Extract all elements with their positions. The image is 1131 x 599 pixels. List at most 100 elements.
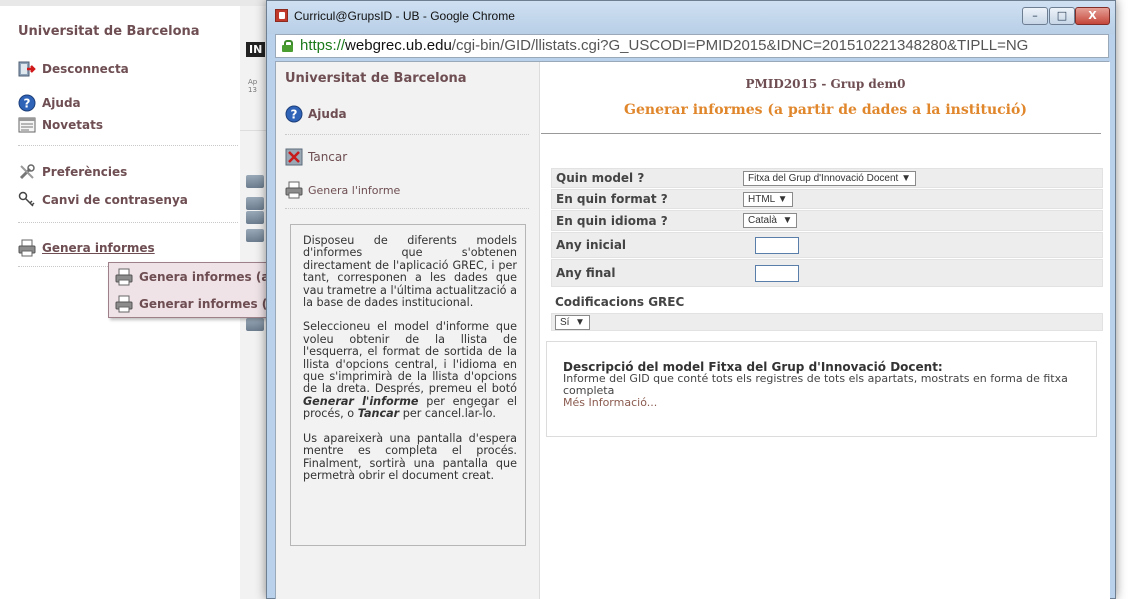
- idioma-select-value: Català: [748, 215, 777, 226]
- url-separator: ://: [332, 37, 346, 54]
- any-inicial-label: Any inicial: [556, 238, 627, 252]
- format-label: En quin format ?: [556, 192, 668, 206]
- idioma-select[interactable]: Català ▼: [743, 213, 798, 228]
- close-icon: [285, 148, 303, 166]
- instructions-emphasis: Tancar: [357, 407, 400, 421]
- folder-icon[interactable]: [246, 318, 264, 331]
- divider: [285, 208, 529, 209]
- nav-desconnecta-label: Desconnecta: [42, 62, 129, 76]
- form-row-any-inicial: Any inicial: [551, 232, 1103, 258]
- format-cell: HTML ▼: [740, 190, 1102, 208]
- printer-icon: [18, 239, 36, 257]
- help-icon: ?: [18, 94, 36, 112]
- maximize-button[interactable]: □: [1049, 7, 1075, 25]
- nav-genera-informes[interactable]: Genera informes: [18, 239, 155, 257]
- nav-ajuda[interactable]: ? Ajuda: [18, 94, 81, 112]
- left-panel-university: Universitat de Barcelona: [285, 71, 467, 86]
- svg-text:?: ?: [291, 108, 298, 122]
- nav-novetats[interactable]: Novetats: [18, 116, 103, 134]
- submenu-item-label: Generar informes (a: [139, 296, 273, 311]
- codificacions-label: Codificacions GREC: [555, 295, 685, 309]
- genera-informe-button[interactable]: Genera l'informe: [285, 181, 400, 199]
- page-content: Universitat de Barcelona ? Ajuda Tancar …: [275, 61, 1110, 599]
- model-cell: Fitxa del Grup d'Innovació Docent ▼: [740, 169, 1102, 187]
- window-title: Curricul@GrupsID - UB - Google Chrome: [294, 9, 515, 23]
- form-row-model: Quin model ? Fitxa del Grup d'Innovació …: [551, 168, 1103, 188]
- close-button[interactable]: X: [1075, 7, 1110, 25]
- lock-icon: [282, 40, 293, 52]
- nav-genera-informes-label: Genera informes: [42, 241, 155, 255]
- instructions-box: Disposeu de diferents models d'informes …: [290, 224, 526, 546]
- printer-icon: [115, 295, 133, 313]
- folder-icon[interactable]: [246, 229, 264, 242]
- printer-icon: [115, 268, 133, 286]
- model-select-value: Fitxa del Grup d'Innovació Docent: [748, 172, 899, 184]
- mes-informacio-link[interactable]: Més Informació...: [563, 397, 1080, 409]
- nav-preferencies[interactable]: Preferències: [18, 163, 127, 181]
- any-final-cell: [740, 260, 1102, 286]
- instructions-paragraph: Seleccioneu el model d'informe que voleu…: [303, 321, 517, 420]
- in-badge: IN: [246, 42, 266, 57]
- news-icon: [18, 116, 36, 134]
- instructions-text: Seleccioneu el model d'informe que voleu…: [303, 320, 517, 396]
- url-scheme: https: [300, 37, 333, 54]
- genera-informe-label: Genera l'informe: [308, 183, 401, 197]
- form-row-any-final: Any final: [551, 259, 1103, 287]
- any-inicial-cell: [740, 233, 1102, 257]
- description-text: Informe del GID que conté tots els regis…: [563, 372, 1068, 397]
- model-select[interactable]: Fitxa del Grup d'Innovació Docent ▼: [743, 170, 917, 186]
- logout-icon: [18, 60, 36, 78]
- any-inicial-input[interactable]: [755, 236, 799, 254]
- submenu-item-generar-informes[interactable]: Generar informes (a: [109, 290, 272, 317]
- ajuda-link[interactable]: ? Ajuda: [285, 105, 347, 123]
- help-icon: ?: [285, 105, 303, 123]
- format-select-value: HTML: [748, 193, 775, 205]
- format-select[interactable]: HTML ▼: [743, 191, 793, 207]
- submenu-item-label: Genera informes (a p: [139, 269, 273, 284]
- university-title: Universitat de Barcelona: [18, 24, 200, 39]
- tancar-button[interactable]: Tancar: [285, 148, 347, 166]
- background-date-line: Ap: [248, 78, 258, 86]
- codificacions-select-value: Sí: [560, 317, 570, 328]
- ajuda-label: Ajuda: [308, 107, 347, 121]
- instructions-text: per cancel.lar-lo.: [399, 407, 496, 421]
- minimize-button[interactable]: –: [1022, 7, 1048, 25]
- idioma-cell: Català ▼: [740, 211, 1102, 230]
- codificacions-select[interactable]: Sí ▼: [555, 315, 590, 330]
- key-icon: [18, 191, 36, 209]
- any-final-label: Any final: [556, 266, 616, 280]
- divider: [541, 133, 1101, 134]
- nav-ajuda-label: Ajuda: [42, 96, 81, 110]
- model-description-box: Descripció del model Fitxa del Grup d'In…: [546, 341, 1097, 437]
- tools-icon: [18, 163, 36, 181]
- submenu-item-genera-informes[interactable]: Genera informes (a p: [109, 263, 272, 290]
- address-bar[interactable]: https://webgrec.ub.edu/cgi-bin/GID/llist…: [275, 34, 1109, 58]
- idioma-label: En quin idioma ?: [556, 213, 668, 228]
- nav-desconnecta[interactable]: Desconnecta: [18, 60, 129, 78]
- url-path: /cgi-bin/GID/llistats.cgi?G_USCODI=PMID2…: [451, 37, 1029, 54]
- page-title: Generar informes (a partir de dades a la…: [624, 102, 1027, 118]
- window-titlebar[interactable]: Curricul@GrupsID - UB - Google Chrome – …: [267, 1, 1115, 34]
- folder-icon[interactable]: [246, 197, 264, 210]
- divider: [18, 222, 238, 223]
- chrome-popup-window: Curricul@GrupsID - UB - Google Chrome – …: [266, 0, 1116, 599]
- form-row-codificacions: Sí ▼: [551, 313, 1103, 331]
- tancar-label: Tancar: [308, 150, 348, 164]
- folder-icon[interactable]: [246, 211, 264, 224]
- folder-icon[interactable]: [246, 175, 264, 188]
- nav-preferencies-label: Preferències: [42, 165, 128, 179]
- genera-informes-submenu: Genera informes (a p Generar informes (a: [108, 262, 273, 318]
- left-panel: Universitat de Barcelona ? Ajuda Tancar …: [276, 62, 540, 599]
- divider: [285, 134, 529, 135]
- app-icon: [275, 9, 288, 22]
- nav-canvi-contrasenya[interactable]: Canvi de contrasenya: [18, 191, 188, 209]
- background-date-line: 13: [248, 86, 257, 94]
- svg-text:?: ?: [24, 97, 31, 111]
- instructions-paragraph: Disposeu de diferents models d'informes …: [303, 234, 517, 310]
- any-final-input[interactable]: [755, 264, 799, 282]
- form-row-idioma: En quin idioma ? Català ▼: [551, 210, 1103, 231]
- url-host: webgrec.ub.edu: [345, 37, 452, 54]
- divider: [18, 145, 238, 146]
- background-date-text: Ap 13: [248, 78, 257, 94]
- printer-icon: [285, 181, 303, 199]
